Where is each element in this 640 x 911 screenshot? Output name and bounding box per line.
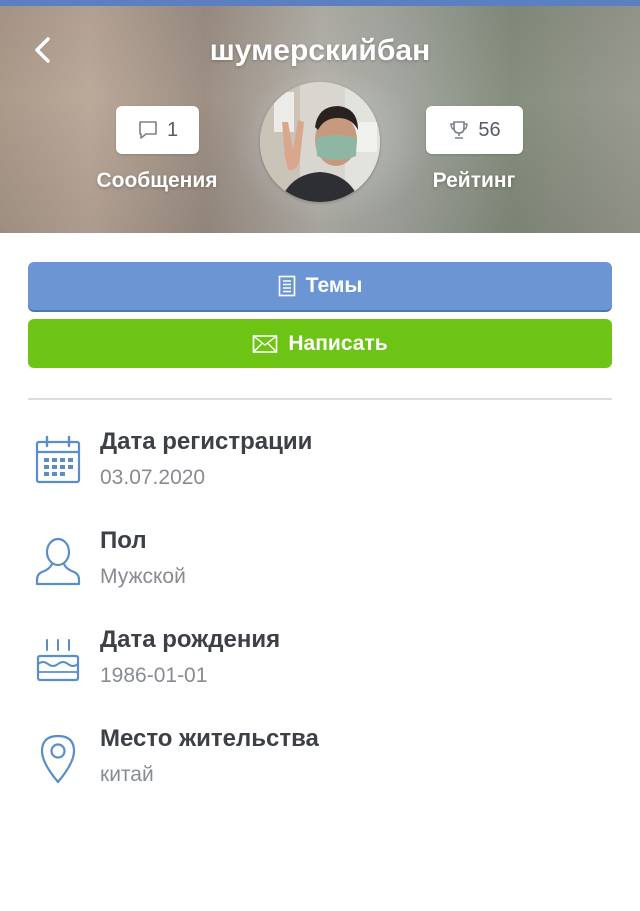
birthday-label: Дата рождения [100,626,281,653]
registration-date-value: 03.07.2020 [100,466,206,489]
profile-header: шумерскийбан 1 Сообщения 56 Рейтинг [0,6,640,233]
user-icon [35,537,81,586]
write-message-button[interactable]: Написать [28,319,612,368]
topics-button-label: Темы [305,274,363,297]
gender-label: Пол [100,527,147,554]
info-gender: Пол Мужской [28,527,612,607]
speech-bubble-icon [139,121,157,139]
info-location: Место жительства китай [28,725,612,805]
avatar[interactable] [260,82,380,202]
calendar-icon [35,435,81,484]
rating-count-badge[interactable]: 56 [426,106,523,154]
gender-value: Мужской [100,565,186,588]
envelope-icon [253,334,278,353]
info-birthday: Дата рождения 1986-01-01 [28,626,612,706]
messages-count-badge[interactable]: 1 [116,106,199,154]
document-icon [278,275,295,297]
messages-label: Сообщения [96,169,218,192]
location-value: китай [100,763,154,786]
location-label: Место жительства [100,725,319,752]
birthday-value: 1986-01-01 [100,664,208,687]
topics-button[interactable]: Темы [28,262,612,310]
location-pin-icon [40,734,76,784]
write-button-label: Написать [288,331,388,355]
rating-count: 56 [478,118,501,141]
rating-label: Рейтинг [432,169,516,192]
section-divider [28,398,612,400]
messages-count: 1 [166,118,179,141]
registration-date-label: Дата регистрации [100,428,313,455]
trophy-icon [450,121,469,139]
profile-username: шумерскийбан [209,34,431,67]
cake-icon [36,639,80,682]
info-registration-date: Дата регистрации 03.07.2020 [28,428,612,508]
